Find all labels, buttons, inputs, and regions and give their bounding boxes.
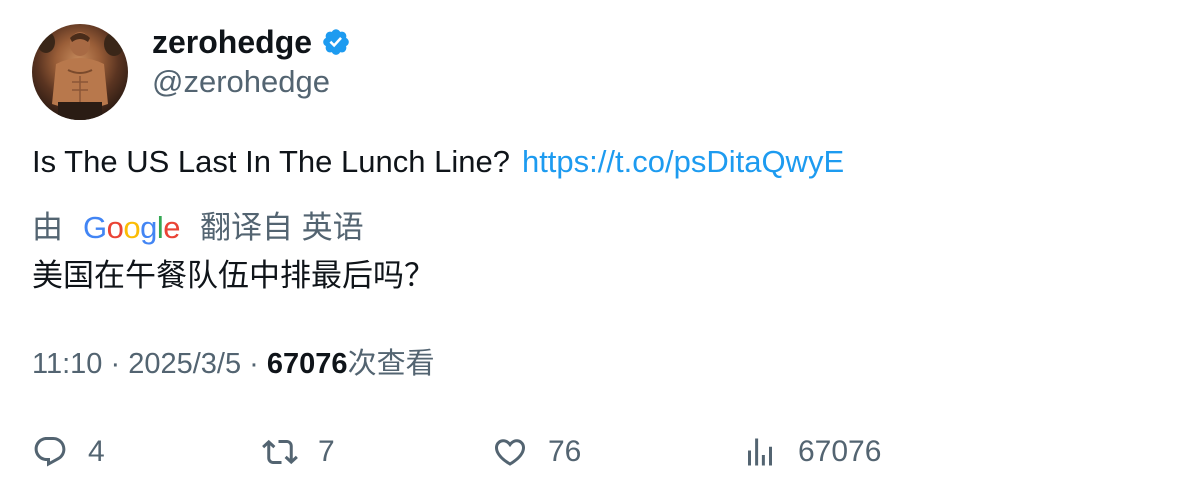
meta-separator: · xyxy=(110,348,121,380)
views-label: 次查看 xyxy=(347,348,435,380)
tweet-text: Is The US Last In The Lunch Line? https:/… xyxy=(32,140,844,184)
translation-prefix: 由 xyxy=(32,210,63,245)
retweet-icon xyxy=(262,439,298,465)
translation-attribution: 由 Google 翻译自 英语 xyxy=(32,206,364,250)
tweet-time[interactable]: 11:10 xyxy=(32,348,102,380)
retweet-count: 7 xyxy=(318,435,335,468)
tweet-body: Is The US Last In The Lunch Line? xyxy=(32,144,510,179)
author-display-name[interactable]: zerohedge xyxy=(152,22,312,62)
google-logo[interactable]: Google xyxy=(83,206,181,250)
like-count: 76 xyxy=(548,435,582,468)
reply-count: 4 xyxy=(88,435,105,468)
reply-icon xyxy=(34,437,66,467)
meta-separator: · xyxy=(249,348,259,380)
views-button[interactable]: 67076 xyxy=(742,430,881,474)
verified-badge-icon xyxy=(323,29,349,55)
tweet-link[interactable]: https://t.co/psDitaQwyE xyxy=(522,144,844,179)
translated-text: 美国在午餐队伍中排最后吗？ xyxy=(32,258,435,293)
views-action-count: 67076 xyxy=(798,435,882,468)
views-count: 67076 xyxy=(266,348,348,380)
like-button[interactable]: 76 xyxy=(492,430,581,474)
tweet-date[interactable]: 2025/3/5 xyxy=(128,348,241,380)
avatar-image xyxy=(37,31,124,120)
retweet-button[interactable]: 7 xyxy=(262,430,335,474)
views-icon xyxy=(748,438,772,466)
translation-suffix[interactable]: 翻译自 英语 xyxy=(200,206,364,250)
reply-button[interactable]: 4 xyxy=(32,430,105,474)
author-handle[interactable]: @zerohedge xyxy=(152,62,330,102)
like-icon xyxy=(494,439,526,466)
tweet-meta: 11:10 · 2025/3/5 · 67076次查看 xyxy=(32,342,435,386)
avatar[interactable] xyxy=(32,24,128,120)
